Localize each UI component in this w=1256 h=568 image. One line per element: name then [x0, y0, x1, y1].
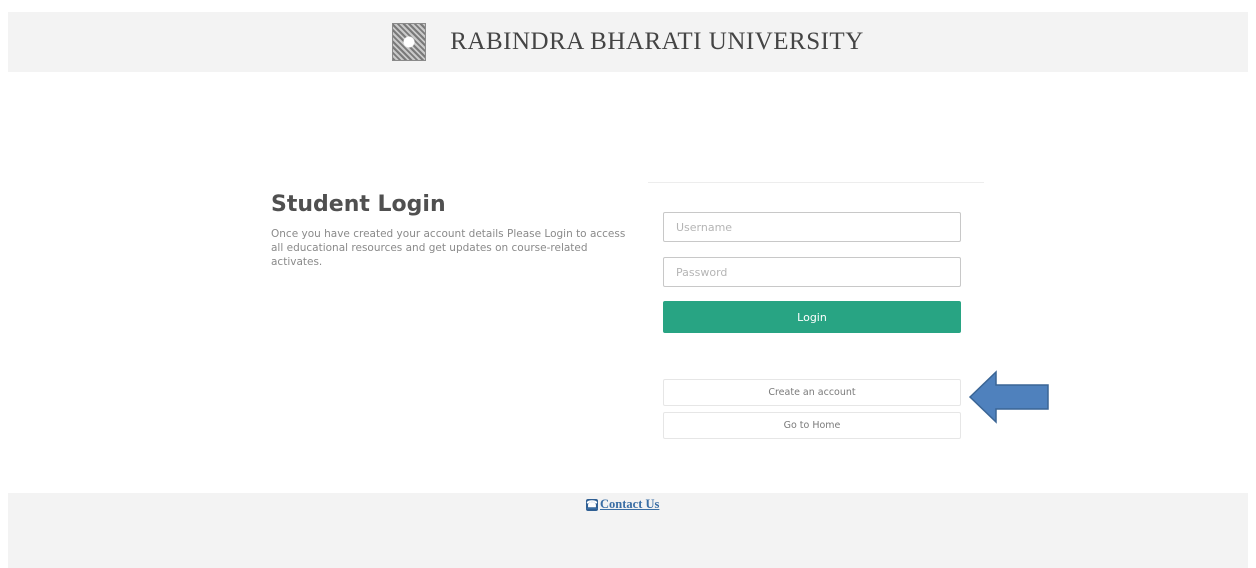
contact-us-label: Contact Us: [600, 497, 660, 511]
annotation-arrow-icon: [968, 370, 1049, 424]
login-button[interactable]: Login: [663, 301, 961, 333]
page-title: Student Login: [271, 192, 446, 217]
password-input[interactable]: [663, 257, 961, 287]
login-description: Once you have created your account detai…: [271, 228, 626, 268]
username-input[interactable]: [663, 212, 961, 242]
contact-us-link[interactable]: ☎ Contact Us: [586, 497, 659, 512]
form-divider: [648, 182, 984, 183]
phone-icon: ☎: [586, 498, 598, 511]
go-home-button[interactable]: Go to Home: [663, 412, 961, 439]
create-account-button[interactable]: Create an account: [663, 379, 961, 406]
login-intro: Student Login Once you have created your…: [271, 192, 631, 269]
university-logo: [392, 23, 427, 61]
site-header: RABINDRA BHARATI UNIVERSITY: [8, 12, 1248, 72]
university-name: RABINDRA BHARATI UNIVERSITY: [450, 28, 864, 55]
